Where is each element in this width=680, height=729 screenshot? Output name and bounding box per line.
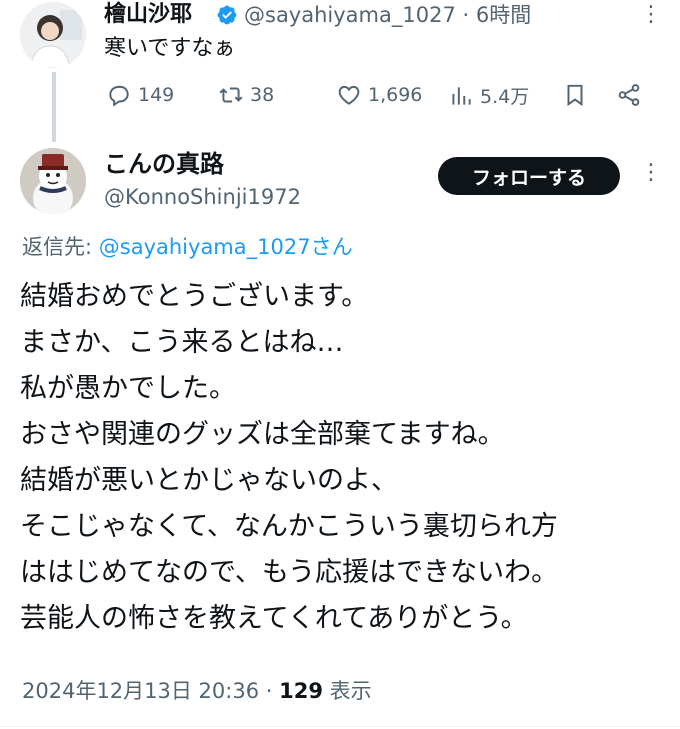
views-button[interactable]: 5.4万 [448,82,529,109]
reply-author-avatar[interactable] [20,148,86,214]
tweet-time[interactable]: 6時間 [476,3,531,27]
view-count: 129 [279,679,323,703]
reply-to-label: 返信先: [22,235,99,259]
follow-button[interactable]: フォローする [438,157,620,195]
separator-dot: · [259,679,280,703]
handle-text[interactable]: @sayahiyama_1027 [244,3,456,27]
parent-author-avatar[interactable] [20,2,86,68]
view-label: 表示 [322,679,372,703]
reply-count: 149 [138,84,175,106]
share-button[interactable] [616,82,642,108]
tweet-line: ははじめてなので、もう応援はできないわ。 [20,557,559,588]
more-icon[interactable]: ⋮ [640,2,662,28]
like-button[interactable]: 1,696 [336,82,422,108]
parent-author-handle[interactable]: @sayahiyama_1027 · 6時間 [244,0,531,30]
more-icon[interactable]: ⋮ [640,160,662,186]
tweet-line: 芸能人の怖さを教えてくれてありがとう。 [20,603,528,634]
thread-connector-line [52,72,56,142]
retweet-count: 38 [250,84,275,106]
reply-author-handle[interactable]: @KonnoShinji1972 [104,182,301,212]
reply-to-handle-link[interactable]: @sayahiyama_1027さん [99,235,353,259]
reply-tweet-text: 結婚おめでとうございます。 まさか、こう来るとはね… 私が愚かでした。 おさや関… [20,274,558,642]
tweet-meta: 2024年12月13日 20:36 · 129 表示 [22,676,372,706]
like-icon [338,85,360,105]
verified-icon [216,4,238,26]
retweet-icon [219,87,243,103]
tweet-line: そこじゃなくて、なんかこういう裏切られ方 [20,511,558,542]
tweet-line: 私が愚かでした。 [20,373,236,404]
tweet-line: まさか、こう来るとはね… [20,327,344,358]
reply-to-line: 返信先: @sayahiyama_1027さん [22,232,353,262]
retweet-button[interactable]: 38 [218,82,274,108]
bookmark-button[interactable] [562,82,588,108]
share-icon [618,84,640,106]
like-count: 1,696 [368,84,423,106]
tweet-line: 結婚が悪いとかじゃないのよ、 [20,465,398,496]
views-count: 5.4万 [480,86,530,108]
reply-icon [109,85,129,107]
reply-button[interactable]: 149 [106,82,174,108]
separator-dot: · [462,3,470,27]
views-icon [452,86,471,105]
tweet-timestamp[interactable]: 2024年12月13日 20:36 [22,679,259,703]
reply-author-name[interactable]: こんの真路 [104,148,224,180]
bookmark-icon [567,84,583,107]
parent-tweet-text: 寒いですなぁ [104,36,236,61]
divider [0,726,680,727]
tweet-line: おさや関連のグッズは全部棄てますね。 [20,419,505,450]
tweet-line: 結婚おめでとうございます。 [20,281,369,312]
parent-author-name[interactable]: 檜山沙耶 [104,0,192,30]
